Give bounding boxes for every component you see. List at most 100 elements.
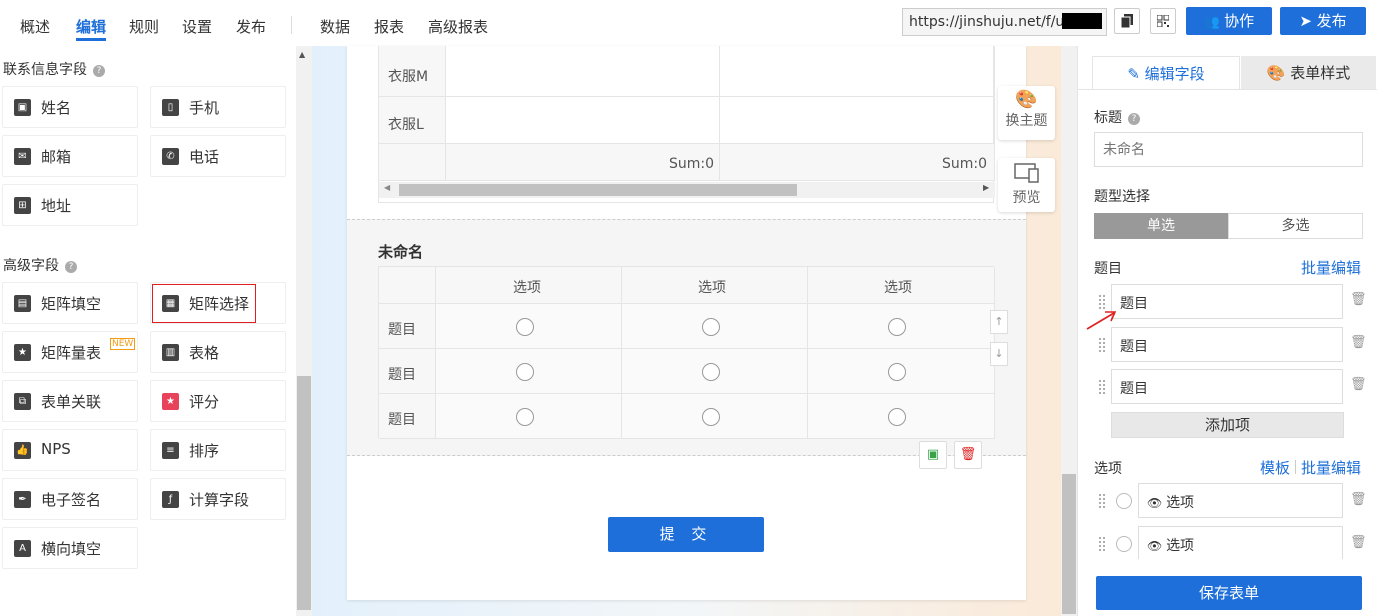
item-input[interactable]: 题目 <box>1111 284 1343 319</box>
publish-button[interactable]: ➤ 发布 <box>1280 7 1366 35</box>
eye-icon[interactable]: 👁 <box>1147 496 1166 510</box>
field-horizontal-fill[interactable]: A 横向填空 <box>2 527 138 569</box>
collaborate-button[interactable]: 👥 协作 <box>1186 7 1272 35</box>
field-calculation[interactable]: ƒ 计算字段 <box>150 478 286 520</box>
matrix-radio[interactable] <box>702 318 720 336</box>
drag-handle[interactable] <box>1098 337 1106 353</box>
delete-field-button[interactable]: 🗑 <box>954 441 982 469</box>
signpost-icon: ⊞ <box>14 197 31 214</box>
collaborate-label: 协作 <box>1224 12 1255 30</box>
nav-publish[interactable]: 发布 <box>236 16 266 37</box>
matrix-table: 选项 选项 选项 题目 题目 题目 <box>378 266 995 439</box>
matrix-radio[interactable] <box>702 408 720 426</box>
matrix-radio[interactable] <box>516 363 534 381</box>
nav-edit[interactable]: 编辑 <box>76 16 106 37</box>
item-input[interactable]: 题目 <box>1111 327 1343 362</box>
copy-url-button[interactable] <box>1114 8 1140 34</box>
help-icon[interactable]: ? <box>1128 113 1140 125</box>
template-link[interactable]: 模板 <box>1260 457 1290 478</box>
properties-panel: ✎ 编辑字段 🎨 表单样式 标题? 题型选择 单选 多选 题目 批量编辑 题目 … <box>1077 46 1377 616</box>
matrix-radio[interactable] <box>888 408 906 426</box>
palette-icon: 🎨 <box>1266 64 1291 82</box>
matrix-radio[interactable] <box>888 318 906 336</box>
submit-button[interactable]: 提 交 <box>608 517 764 552</box>
advanced-section-title: 高级字段? <box>3 255 77 275</box>
palette-icon: 🎨 <box>1015 89 1038 110</box>
matrix-radio[interactable] <box>516 408 534 426</box>
field-name[interactable]: ▣ 姓名 <box>2 86 138 128</box>
trash-icon[interactable]: 🗑 <box>1350 335 1367 350</box>
matrix-choice-field[interactable]: 未命名 选项 选项 选项 题目 题目 题目 ↑ ↓ ▣ 🗑 <box>347 219 1026 469</box>
text-a-icon: A <box>14 540 31 557</box>
type-single-button[interactable]: 单选 <box>1094 213 1228 239</box>
nav-overview[interactable]: 概述 <box>20 16 50 37</box>
drag-handle[interactable] <box>1098 536 1106 552</box>
copy-icon: ▣ <box>926 447 940 462</box>
field-signature[interactable]: ✒ 电子签名 <box>2 478 138 520</box>
move-up-button[interactable]: ↑ <box>990 310 1008 334</box>
option-input[interactable]: 👁 选项 <box>1138 483 1343 518</box>
scroll-left-arrow[interactable]: ◀ <box>384 183 390 192</box>
qrcode-button[interactable] <box>1150 8 1176 34</box>
trash-icon[interactable]: 🗑 <box>1350 292 1367 307</box>
help-icon[interactable]: ? <box>93 65 105 77</box>
trash-icon[interactable]: 🗑 <box>1350 535 1367 550</box>
batch-edit-options-link[interactable]: 批量编辑 <box>1301 457 1361 478</box>
field-phone[interactable]: ✆ 电话 <box>150 135 286 177</box>
eye-icon[interactable]: 👁 <box>1147 539 1166 553</box>
field-address[interactable]: ⊞ 地址 <box>2 184 138 226</box>
change-theme-button[interactable]: 🎨 换主题 <box>998 86 1055 140</box>
scroll-up-arrow[interactable]: ▲ <box>299 50 305 59</box>
add-item-button[interactable]: 添加项 <box>1111 412 1344 438</box>
row-label: 衣服M <box>388 69 429 85</box>
field-form-link[interactable]: ⧉ 表单关联 <box>2 380 138 422</box>
nav-reports[interactable]: 报表 <box>374 16 404 37</box>
phone-icon: ✆ <box>162 148 179 165</box>
field-matrix-scale[interactable]: ★ 矩阵量表 NEW <box>2 331 138 373</box>
matrix-radio[interactable] <box>516 318 534 336</box>
trash-icon[interactable]: 🗑 <box>1350 377 1367 392</box>
field-rating[interactable]: ★ 评分 <box>150 380 286 422</box>
sum-label: Sum:0 <box>669 156 715 172</box>
new-badge: NEW <box>110 338 136 350</box>
duplicate-field-button[interactable]: ▣ <box>919 441 947 469</box>
field-mobile[interactable]: ▯ 手机 <box>150 86 286 128</box>
preview-button[interactable]: 预览 <box>998 158 1055 212</box>
field-nps[interactable]: 👍 NPS <box>2 429 138 471</box>
field-sort[interactable]: ≡ 排序 <box>150 429 286 471</box>
trash-icon[interactable]: 🗑 <box>1350 492 1367 507</box>
matrix-radio[interactable] <box>702 363 720 381</box>
tab-edit-field[interactable]: ✎ 编辑字段 <box>1092 56 1240 90</box>
matrix-title: 未命名 <box>378 243 424 261</box>
option-input[interactable]: 👁 选项 <box>1138 526 1343 561</box>
save-form-button[interactable]: 保存表单 <box>1096 576 1362 610</box>
field-label: NPS <box>41 440 71 458</box>
nav-settings[interactable]: 设置 <box>182 16 212 37</box>
field-label: 邮箱 <box>41 148 72 166</box>
help-icon[interactable]: ? <box>65 261 77 273</box>
field-table[interactable]: ▥ 表格 <box>150 331 286 373</box>
field-email[interactable]: ✉ 邮箱 <box>2 135 138 177</box>
field-matrix-fill[interactable]: ▤ 矩阵填空 <box>2 282 138 324</box>
title-input[interactable] <box>1094 132 1363 167</box>
send-icon: ➤ <box>1299 12 1317 30</box>
type-multi-button[interactable]: 多选 <box>1228 213 1363 239</box>
nav-advanced-reports[interactable]: 高级报表 <box>428 16 488 37</box>
scroll-right-arrow[interactable]: ▶ <box>983 183 989 192</box>
field-label: 矩阵量表 <box>41 344 102 362</box>
left-scrollbar-thumb[interactable] <box>297 376 311 610</box>
matrix-radio[interactable] <box>888 363 906 381</box>
batch-edit-link[interactable]: 批量编辑 <box>1301 257 1361 278</box>
item-input[interactable]: 题目 <box>1111 369 1343 404</box>
move-down-button[interactable]: ↓ <box>990 342 1008 366</box>
hscroll-thumb[interactable] <box>399 184 797 196</box>
canvas-scrollbar-thumb[interactable] <box>1062 474 1076 614</box>
nav-rules[interactable]: 规则 <box>129 16 159 37</box>
drag-handle[interactable] <box>1098 493 1106 509</box>
tab-form-style[interactable]: 🎨 表单样式 <box>1241 56 1376 90</box>
drag-handle[interactable] <box>1098 379 1106 395</box>
table-hscrollbar[interactable]: ◀ ▶ <box>379 182 995 198</box>
row-label: 衣服L <box>388 117 424 133</box>
canvas-scrollbar[interactable] <box>1061 46 1077 616</box>
nav-data[interactable]: 数据 <box>320 16 350 37</box>
